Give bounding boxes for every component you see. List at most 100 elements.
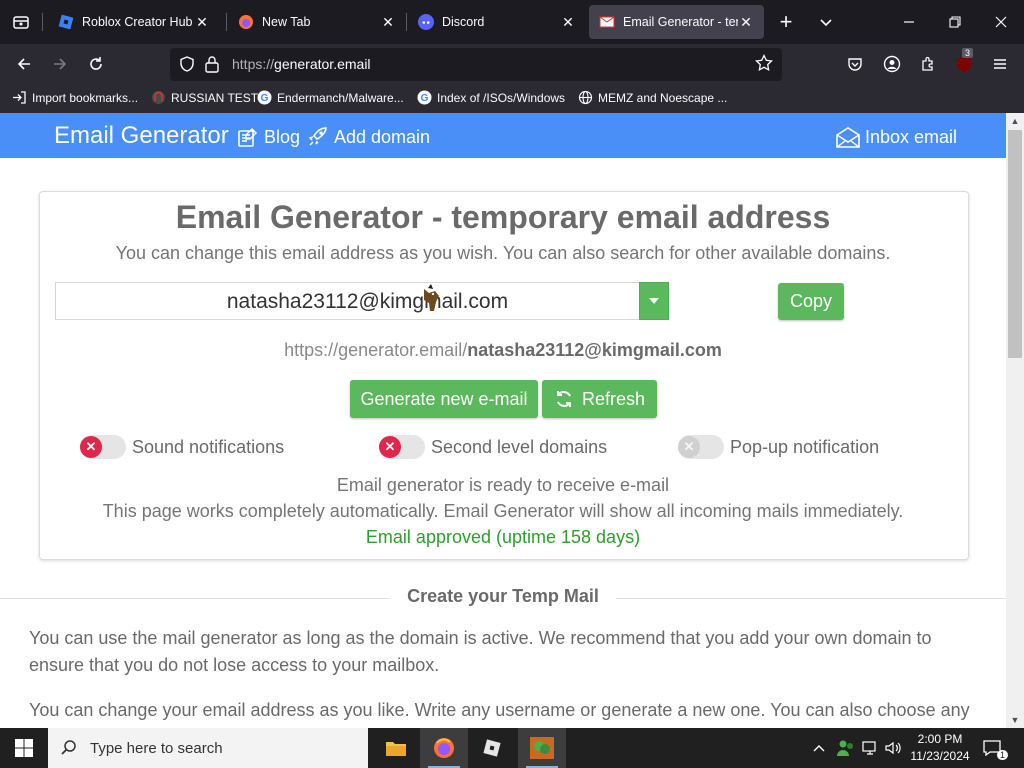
second-level-domains-toggle[interactable]: ✕ Second level domains <box>379 435 607 459</box>
scroll-down-arrow-icon[interactable]: ▼ <box>1006 713 1024 727</box>
bookmarks-bar: Import bookmarks... RUSSIAN TEST G Ender… <box>0 84 1024 113</box>
generator-subtitle: You can change this email address as you… <box>115 243 891 263</box>
ublock-extension-icon[interactable]: 3 <box>952 48 976 76</box>
close-window-icon[interactable] <box>978 0 1024 44</box>
refresh-icon <box>556 391 571 407</box>
status-auto-text: This page works completely automatically… <box>102 501 904 521</box>
page-title: Email Generator - temporary email addres… <box>175 199 831 235</box>
forward-icon[interactable] <box>48 52 72 76</box>
toggle-switch[interactable]: ✕ <box>379 435 425 459</box>
status-approved-text: Email approved (uptime 158 days) <box>365 527 641 547</box>
blog-icon <box>238 127 258 147</box>
email-url-link[interactable]: https://generator.email/natasha23112@kim… <box>0 340 1006 361</box>
copy-button[interactable]: Copy <box>778 283 844 320</box>
taskbar-search-box[interactable]: Type here to search <box>48 728 368 768</box>
bookmark-label: MEMZ and Noescape ... <box>598 90 728 105</box>
url-bar[interactable]: https://generator.email <box>170 48 782 81</box>
close-tab-icon[interactable]: ✕ <box>560 14 576 31</box>
new-tab-icon[interactable]: + <box>770 0 802 44</box>
bookmark-endermanch[interactable]: G Endermanch/Malware... <box>257 90 404 105</box>
site-header: Email Generator Blog Add domain Inbox em… <box>0 113 1006 158</box>
bookmark-isos-windows[interactable]: G Index of /ISOs/Windows <box>417 90 565 105</box>
tab-title: Discord <box>442 15 485 29</box>
blog-link[interactable]: Blog <box>236 125 300 149</box>
bookmark-favicon-icon <box>152 91 165 104</box>
minimize-icon[interactable] <box>886 0 932 44</box>
inbox-email-label: Inbox email <box>865 126 958 147</box>
firefox-icon <box>239 15 253 29</box>
refresh-button[interactable]: Refresh <box>542 380 657 418</box>
firefox-taskbar-icon[interactable] <box>420 728 468 768</box>
bookmark-star-icon[interactable] <box>755 53 773 77</box>
show-hidden-icons-icon[interactable] <box>812 728 826 768</box>
taskbar-clock[interactable]: 2:00 PM 11/23/2024 <box>905 731 975 765</box>
volume-icon[interactable] <box>884 728 902 768</box>
notifications-icon[interactable]: 1 <box>982 728 1009 768</box>
bookmark-label: Index of /ISOs/Windows <box>437 90 566 105</box>
back-icon[interactable] <box>12 52 36 76</box>
scroll-up-arrow-icon[interactable]: ▲ <box>1006 114 1024 128</box>
google-icon: G <box>257 90 272 105</box>
roblox-icon <box>58 14 74 30</box>
tab-separator <box>226 13 227 31</box>
bookmark-russian-test[interactable]: RUSSIAN TEST <box>151 90 258 105</box>
email-url-prefix: https://generator.email/ <box>284 340 468 360</box>
url-text[interactable]: https://generator.email <box>232 56 371 72</box>
search-icon <box>61 740 76 755</box>
account-icon[interactable] <box>880 52 904 76</box>
browser-tab-bar: Roblox Creator Hub ✕ New Tab ✕ Discord ✕… <box>0 0 1024 44</box>
pocket-icon[interactable] <box>843 52 867 76</box>
generate-new-email-button[interactable]: Generate new e-mail <box>350 380 538 418</box>
list-all-tabs-icon[interactable] <box>810 0 842 44</box>
tracking-protection-icon[interactable] <box>178 55 196 78</box>
lock-icon[interactable] <box>204 55 220 78</box>
email-address-input[interactable]: natasha23112@kimgmail.com <box>55 282 639 320</box>
toggle-label: Second level domains <box>431 436 608 457</box>
tab-roblox-creator-hub[interactable]: Roblox Creator Hub ✕ <box>48 5 220 39</box>
bookmark-label: Import bookmarks... <box>32 90 139 105</box>
svg-text:G: G <box>261 93 269 104</box>
toggle-switch[interactable]: ✕ <box>80 435 126 459</box>
sound-notifications-toggle[interactable]: ✕ Sound notifications <box>80 435 284 459</box>
close-tab-icon[interactable]: ✕ <box>738 14 754 31</box>
discord-icon <box>418 14 434 30</box>
close-tab-icon[interactable]: ✕ <box>194 14 210 31</box>
people-tray-icon[interactable] <box>836 728 856 768</box>
toggle-off-icon: ✕ <box>80 436 102 458</box>
toggle-label: Sound notifications <box>132 436 285 457</box>
envelope-open-icon <box>836 127 860 148</box>
domain-dropdown-button[interactable] <box>639 282 669 320</box>
windows-start-icon[interactable] <box>0 728 48 768</box>
bookmark-label: RUSSIAN TEST <box>171 90 259 105</box>
popup-notification-toggle[interactable]: ✕ Pop-up notification <box>678 435 879 459</box>
caret-down-icon <box>649 298 659 304</box>
google-icon: G <box>417 90 432 105</box>
reload-icon[interactable] <box>84 52 108 76</box>
site-brand-link[interactable]: Email Generator <box>54 122 229 150</box>
inbox-email-link[interactable]: Inbox email <box>835 125 957 149</box>
game-taskbar-icon[interactable] <box>518 728 566 768</box>
bookmark-import[interactable]: Import bookmarks... <box>12 90 138 105</box>
tab-discord[interactable]: Discord ✕ <box>408 5 586 39</box>
add-domain-link[interactable]: Add domain <box>306 125 430 149</box>
extensions-icon[interactable] <box>916 52 940 76</box>
tab-title: Email Generator - temp <box>623 15 738 29</box>
bookmark-memz[interactable]: MEMZ and Noescape ... <box>578 90 727 105</box>
file-explorer-icon[interactable] <box>372 728 420 768</box>
status-ready-text: Email generator is ready to receive e-ma… <box>336 475 670 495</box>
close-tab-icon[interactable]: ✕ <box>380 14 396 31</box>
firefox-view-icon[interactable] <box>0 0 42 44</box>
toggle-switch[interactable]: ✕ <box>678 435 724 459</box>
tab-new-tab[interactable]: New Tab ✕ <box>228 5 406 39</box>
windows-taskbar: Type here to search 2:00 PM 11/23/2024 1 <box>0 728 1024 768</box>
restore-icon[interactable] <box>932 0 978 44</box>
toggle-off-icon: ✕ <box>379 436 401 458</box>
roblox-taskbar-icon[interactable] <box>468 728 516 768</box>
network-icon[interactable] <box>862 728 880 768</box>
scrollbar-thumb[interactable] <box>1008 130 1022 358</box>
menu-icon[interactable] <box>988 52 1012 76</box>
tab-separator <box>406 13 407 31</box>
section-paragraph: You can use the mail generator as long a… <box>29 628 932 675</box>
tab-email-generator[interactable]: Email Generator - temp ✕ <box>589 5 764 39</box>
tab-separator <box>42 13 43 31</box>
